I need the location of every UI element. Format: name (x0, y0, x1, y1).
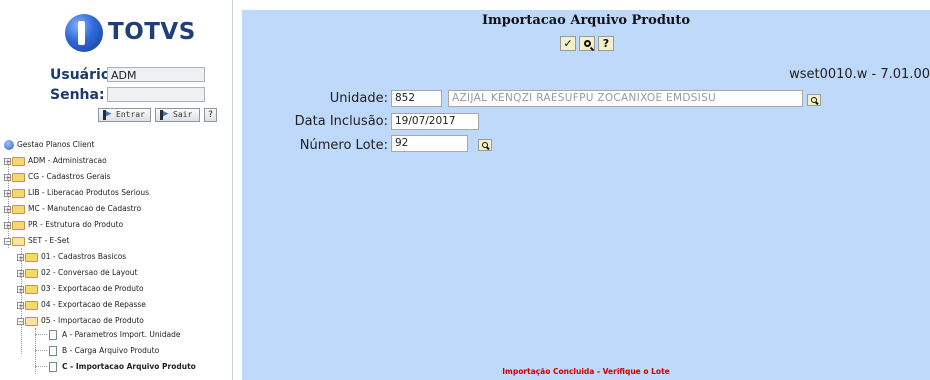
folder-icon (12, 188, 25, 198)
tree-item-cg[interactable]: + CG - Cadastros Gerais (4, 170, 110, 183)
tree-root-label: Gestao Planos Client (17, 140, 95, 149)
tree-item-label: 05 - Importacao de Produto (41, 316, 144, 325)
tree-root[interactable]: Gestao Planos Client (4, 138, 94, 151)
tree-item-label: MC - Manutencao de Cadastro (28, 204, 142, 213)
expand-icon[interactable]: + (4, 173, 11, 181)
folder-icon (25, 268, 38, 278)
tree-item-label: A - Parametros Import. Unidade (62, 330, 181, 339)
unidade-label: Unidade: (329, 91, 388, 106)
folder-open-icon (25, 316, 38, 326)
tree-item-set-02[interactable]: +02 - Conversao de Layout (17, 266, 137, 279)
tree-item-import-b[interactable]: B - Carga Arquivo Produto (49, 344, 159, 357)
tree-item-set-01[interactable]: +01 - Cadastros Basicos (17, 250, 126, 263)
folder-icon (25, 300, 38, 310)
navigation-panel: TOTVS Usuário: ADM Senha: Entrar Sair ? … (0, 0, 233, 380)
search-button[interactable] (579, 36, 595, 51)
logo-text: TOTVS (108, 19, 196, 45)
tree-item-set-05[interactable]: − 05 - Importacao de Produto (17, 314, 144, 327)
document-icon (49, 330, 57, 340)
folder-open-icon (12, 236, 25, 246)
tree-item-label: PR - Estrutura do Produto (28, 220, 124, 229)
tree-item-adm[interactable]: + ADM - Administracao (4, 154, 107, 167)
tree-item-label: 02 - Conversao de Layout (41, 268, 138, 277)
unidade-search-button[interactable] (807, 94, 821, 106)
tree-item-label: C - Importacao Arquivo Produto (62, 362, 196, 371)
tree-item-set-04[interactable]: +04 - Exportacao de Repasse (17, 298, 146, 311)
search-icon (583, 40, 591, 47)
confirm-button[interactable]: ✓ (560, 36, 576, 51)
lote-search-button[interactable] (478, 139, 492, 151)
enter-icon (103, 108, 113, 120)
exit-icon (160, 108, 170, 120)
tree-item-label: CG - Cadastros Gerais (28, 172, 111, 181)
user-field[interactable]: ADM (107, 67, 205, 82)
numero-lote-field[interactable]: 92 (391, 135, 468, 152)
folder-icon (12, 220, 25, 230)
user-label: Usuário: (50, 67, 117, 83)
search-icon (482, 142, 488, 148)
folder-icon (12, 204, 25, 214)
folder-icon (25, 284, 38, 294)
program-version: wset0010.w - 7.01.00 (789, 67, 930, 82)
tree-item-import-c[interactable]: C - Importacao Arquivo Produto (49, 360, 196, 373)
expand-icon[interactable]: + (17, 285, 24, 293)
help-button[interactable]: ? (598, 36, 614, 51)
password-label: Senha: (50, 87, 105, 103)
help-button[interactable]: ? (204, 108, 217, 122)
document-icon (49, 346, 57, 356)
expand-icon[interactable]: + (17, 253, 24, 261)
folder-icon (12, 172, 25, 182)
tree-item-label: ADM - Administracao (28, 156, 107, 165)
data-inclusao-label: Data Inclusão: (294, 114, 388, 129)
expand-icon[interactable]: + (4, 221, 11, 229)
exit-button-label: Sair (173, 110, 193, 119)
status-message: Importação Concluida - Verifique o Lote (502, 367, 670, 376)
numero-lote-label: Número Lote: (299, 138, 388, 153)
expand-icon[interactable]: + (17, 269, 24, 277)
page-title: Importacao Arquivo Produto (481, 13, 691, 28)
folder-icon (12, 156, 25, 166)
totvs-logo: TOTVS (65, 14, 195, 54)
expand-icon[interactable]: + (4, 189, 11, 197)
expand-icon[interactable]: + (4, 205, 11, 213)
tree-item-label: 04 - Exportacao de Repasse (41, 300, 146, 309)
tree-item-label: SET - E-Set (28, 236, 70, 245)
collapse-icon[interactable]: − (17, 317, 24, 325)
document-icon (49, 362, 57, 372)
plan-icon (4, 140, 14, 150)
folder-icon (25, 252, 38, 262)
data-inclusao-field[interactable]: 19/07/2017 (391, 113, 479, 130)
form-panel: Importacao Arquivo Produto ✓ ? wset0010.… (242, 10, 930, 380)
tree-item-pr[interactable]: + PR - Estrutura do Produto (4, 218, 123, 231)
tree-item-set-03[interactable]: +03 - Exportacao de Produto (17, 282, 144, 295)
password-field[interactable] (107, 87, 205, 102)
tree-item-label: 01 - Cadastros Basicos (41, 252, 127, 261)
tree-item-set[interactable]: − SET - E-Set (4, 234, 69, 247)
logo-icon (65, 14, 103, 52)
search-icon (811, 97, 817, 103)
tree-item-import-a[interactable]: A - Parametros Import. Unidade (49, 328, 180, 341)
tree-item-mc[interactable]: + MC - Manutencao de Cadastro (4, 202, 141, 215)
tree-item-lib[interactable]: + LIB - Liberacao Produtos Serious (4, 186, 149, 199)
exit-button[interactable]: Sair (155, 108, 200, 122)
enter-button[interactable]: Entrar (98, 108, 151, 122)
tree-item-label: LIB - Liberacao Produtos Serious (28, 188, 150, 197)
collapse-icon[interactable]: − (4, 237, 11, 245)
unidade-name-field: AZIJAL KENQZI RAESUFPU ZOCANIXOE EMDSISU (448, 90, 803, 107)
tree-item-label: 03 - Exportacao de Produto (41, 284, 144, 293)
expand-icon[interactable]: + (17, 301, 24, 309)
expand-icon[interactable]: + (4, 157, 11, 165)
tree-item-label: B - Carga Arquivo Produto (62, 346, 160, 355)
unidade-code-field[interactable]: 852 (391, 90, 442, 107)
enter-button-label: Entrar (116, 110, 145, 119)
